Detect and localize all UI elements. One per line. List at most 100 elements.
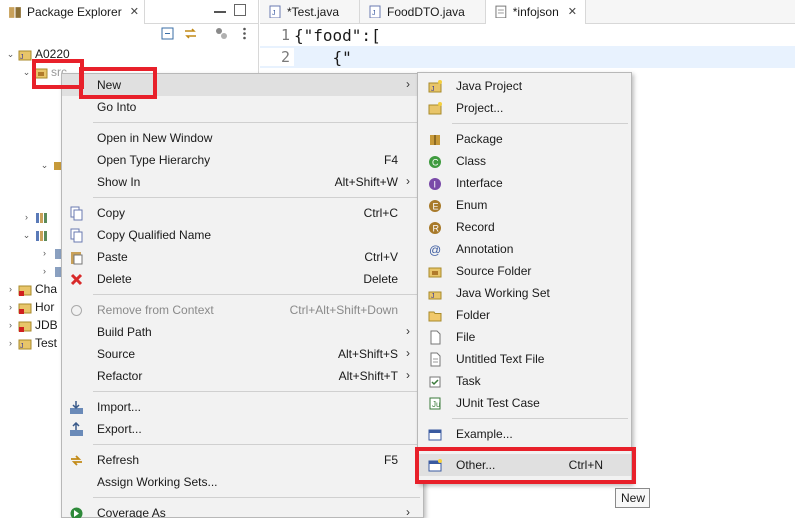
collapse-all-icon[interactable] [160, 26, 175, 41]
code-editor[interactable]: 1 {"food":[ 2 {" [260, 24, 795, 68]
menu-item-copy-qualified-name[interactable]: Copy Qualified Name [62, 224, 423, 246]
menu-item-import[interactable]: Import... [62, 396, 423, 418]
menu-item-copy[interactable]: Copy Ctrl+C [62, 202, 423, 224]
tree-item-project[interactable]: › JDB [6, 316, 58, 334]
submenu-item-source-folder[interactable]: Source Folder [418, 260, 631, 282]
tree-item-project[interactable]: › Cha [6, 280, 57, 298]
svg-text:J: J [431, 86, 435, 93]
menu-item-shortcut: F5 [383, 453, 398, 467]
expanded-twisty-icon[interactable]: ⌄ [22, 230, 31, 241]
expanded-twisty-icon[interactable]: ⌄ [6, 49, 15, 60]
tree-item-library[interactable]: › [22, 208, 48, 226]
submenu-item-untitled-text-file[interactable]: Untitled Text File [418, 348, 631, 370]
link-with-editor-icon[interactable] [183, 26, 198, 41]
menu-item-label: Package [456, 132, 503, 146]
collapsed-twisty-icon[interactable]: › [40, 266, 49, 276]
svg-text:J: J [20, 54, 24, 61]
menu-separator [452, 418, 628, 419]
menu-item-label: Class [456, 154, 487, 168]
menu-item-shortcut: Alt+Shift+S [337, 347, 398, 361]
submenu-item-file[interactable]: File [418, 326, 631, 348]
menu-item-shortcut: Alt+Shift+T [338, 369, 398, 383]
paste-icon [71, 252, 83, 265]
maximize-icon[interactable] [234, 4, 246, 16]
editor-tab-fooddto-java[interactable]: J FoodDTO.java [360, 0, 486, 24]
tree-item-label: Test [35, 336, 58, 350]
java-project-icon: J [428, 80, 442, 93]
svg-text:J: J [372, 10, 376, 17]
record-icon: R [429, 222, 441, 234]
collapsed-twisty-icon[interactable]: › [6, 338, 15, 348]
menu-item-label: File [456, 330, 476, 344]
menu-item-label: Export... [97, 422, 142, 436]
package-explorer-icon [9, 7, 21, 18]
menu-item-build-path[interactable]: Build Path › [62, 321, 423, 343]
interface-icon: I [429, 178, 441, 190]
java-project-error-icon [18, 321, 32, 332]
submenu-item-junit-test-case[interactable]: Ju JUnit Test Case [418, 392, 631, 414]
menu-item-assign-working-sets[interactable]: Assign Working Sets... [62, 471, 423, 493]
submenu-item-example[interactable]: Example... [418, 423, 631, 445]
collapsed-twisty-icon[interactable]: › [22, 212, 31, 222]
submenu-item-project[interactable]: Project... [418, 97, 631, 119]
menu-item-label: Java Project [456, 79, 523, 93]
submenu-item-enum[interactable]: E Enum [418, 194, 631, 216]
close-icon[interactable]: ✕ [130, 5, 139, 18]
menu-item-coverage-as[interactable]: Coverage As › [62, 502, 423, 518]
collapsed-twisty-icon[interactable]: › [40, 248, 49, 258]
menu-item-label: Show In [97, 175, 141, 189]
menu-item-export[interactable]: Export... [62, 418, 423, 440]
collapsed-twisty-icon[interactable]: › [6, 320, 15, 330]
code-line[interactable]: 2 {" [260, 46, 795, 68]
menu-separator [93, 294, 420, 295]
submenu-item-folder[interactable]: Folder [418, 304, 631, 326]
working-set-icon: J [428, 291, 442, 300]
editor-tab-label: *infojson [512, 5, 559, 19]
menu-item-remove-from-context[interactable]: Remove from Context Ctrl+Alt+Shift+Down [62, 299, 423, 321]
submenu-item-record[interactable]: R Record [418, 216, 631, 238]
menu-item-paste[interactable]: Paste Ctrl+V [62, 246, 423, 268]
editor-tab-infojson[interactable]: *infojson ✕ [486, 0, 586, 24]
menu-item-show-in[interactable]: Show In Alt+Shift+W › [62, 171, 423, 193]
submenu-item-java-project[interactable]: J Java Project [418, 75, 631, 97]
submenu-item-package[interactable]: Package [418, 128, 631, 150]
menu-item-source[interactable]: Source Alt+Shift+S › [62, 343, 423, 365]
submenu-item-task[interactable]: Task [418, 370, 631, 392]
collapsed-twisty-icon[interactable]: › [6, 302, 15, 312]
editor-tab-test-java[interactable]: J *Test.java [260, 0, 360, 24]
menu-item-go-into[interactable]: Go Into [62, 96, 423, 118]
tree-item-library[interactable]: ⌄ [22, 226, 48, 244]
tree-item-label: JDB [35, 318, 58, 332]
submenu-item-annotation[interactable]: @ Annotation [418, 238, 631, 260]
menu-item-shortcut: Alt+Shift+W [334, 175, 398, 189]
filters-icon[interactable] [214, 26, 229, 41]
new-submenu: J Java Project Project... Package C Clas… [417, 72, 632, 484]
close-icon[interactable]: ✕ [568, 5, 577, 18]
tree-item-project[interactable]: › J Test [6, 334, 57, 352]
menu-item-refactor[interactable]: Refactor Alt+Shift+T › [62, 365, 423, 387]
expanded-twisty-icon[interactable]: ⌄ [40, 160, 49, 171]
tree-item-project[interactable]: › Hor [6, 298, 54, 316]
minimize-icon[interactable] [214, 11, 226, 13]
menu-item-open-in-new-window[interactable]: Open in New Window [62, 127, 423, 149]
package-icon [430, 135, 440, 145]
package-explorer-tab[interactable]: Package Explorer ✕ [0, 0, 145, 24]
menu-item-refresh[interactable]: Refresh F5 [62, 449, 423, 471]
submenu-item-class[interactable]: C Class [418, 150, 631, 172]
highlight-box-other [415, 447, 636, 484]
code-text: {"food":[ [294, 25, 381, 45]
code-line[interactable]: 1 {"food":[ [260, 24, 795, 46]
collapsed-twisty-icon[interactable]: › [6, 284, 15, 294]
menu-item-delete[interactable]: Delete Delete [62, 268, 423, 290]
view-menu-icon[interactable] [237, 26, 252, 41]
menu-separator [93, 197, 420, 198]
submenu-item-java-working-set[interactable]: J Java Working Set [418, 282, 631, 304]
package-explorer-tabbar: Package Explorer ✕ [0, 0, 258, 24]
menu-item-label: Copy [97, 206, 126, 220]
svg-text:J: J [272, 10, 276, 17]
menu-item-open-type-hierarchy[interactable]: Open Type Hierarchy F4 [62, 149, 423, 171]
submenu-item-interface[interactable]: I Interface [418, 172, 631, 194]
menu-item-label: Record [456, 220, 495, 234]
menu-item-label: Open Type Hierarchy [97, 153, 211, 167]
expanded-twisty-icon[interactable]: ⌄ [22, 67, 31, 78]
